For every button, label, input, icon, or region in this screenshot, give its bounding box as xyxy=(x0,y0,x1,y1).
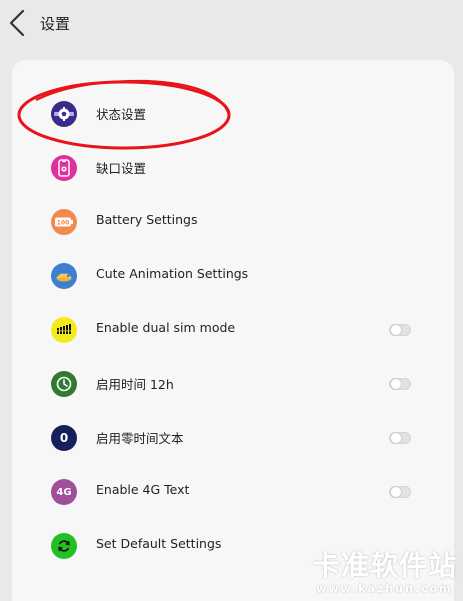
settings-item-4g-text[interactable]: 4G Enable 4G Text xyxy=(12,465,454,519)
settings-item-zero-time-text[interactable]: 0 启用零时间文本 xyxy=(12,411,454,465)
chevron-left-icon xyxy=(9,9,25,37)
settings-item-label: 缺口设置 xyxy=(96,161,147,176)
back-button[interactable] xyxy=(6,8,30,38)
battery-icon: 100 xyxy=(51,209,77,235)
toggle-knob xyxy=(390,486,402,498)
settings-list: 状态设置 缺口设置 100 Battery Settings Cute Anim… xyxy=(12,60,454,601)
settings-item-label: 启用时间 12h xyxy=(96,377,174,392)
settings-item-label: Enable dual sim mode xyxy=(96,320,236,335)
zero-icon: 0 xyxy=(51,425,77,451)
animation-icon xyxy=(51,263,77,289)
settings-item-dual-sim[interactable]: Enable dual sim mode xyxy=(12,303,454,357)
settings-item-time-12h[interactable]: 启用时间 12h xyxy=(12,357,454,411)
svg-text:100: 100 xyxy=(57,220,70,227)
settings-item-notch[interactable]: 缺口设置 xyxy=(12,141,454,195)
time-12h-toggle[interactable] xyxy=(389,378,411,390)
settings-item-battery[interactable]: 100 Battery Settings xyxy=(12,195,454,249)
reset-icon xyxy=(51,533,77,559)
settings-item-animation[interactable]: Cute Animation Settings xyxy=(12,249,454,303)
notch-phone-icon xyxy=(51,155,77,181)
status-gear-icon xyxy=(51,101,77,127)
header: 设置 xyxy=(0,0,463,48)
toggle-knob xyxy=(390,432,402,444)
settings-item-label: Battery Settings xyxy=(96,212,198,227)
settings-item-default[interactable]: Set Default Settings xyxy=(12,519,454,573)
4g-icon-text: 4G xyxy=(56,486,72,498)
zero-icon-text: 0 xyxy=(59,431,69,445)
toggle-knob xyxy=(390,324,402,336)
toggle-knob xyxy=(390,378,402,390)
zero-time-text-toggle[interactable] xyxy=(389,432,411,444)
settings-item-label: Enable 4G Text xyxy=(96,482,190,497)
dual-sim-toggle[interactable] xyxy=(389,324,411,336)
clock-icon xyxy=(51,371,77,397)
settings-item-label: Cute Animation Settings xyxy=(96,266,249,281)
settings-item-label: Set Default Settings xyxy=(96,536,222,551)
settings-item-label: 状态设置 xyxy=(96,107,147,122)
4g-text-toggle[interactable] xyxy=(389,486,411,498)
dual-sim-signal-icon xyxy=(51,317,77,343)
settings-item-label: 启用零时间文本 xyxy=(96,431,184,446)
settings-item-status[interactable]: 状态设置 xyxy=(12,87,454,141)
page-title: 设置 xyxy=(40,15,71,33)
4g-icon: 4G xyxy=(51,479,77,505)
